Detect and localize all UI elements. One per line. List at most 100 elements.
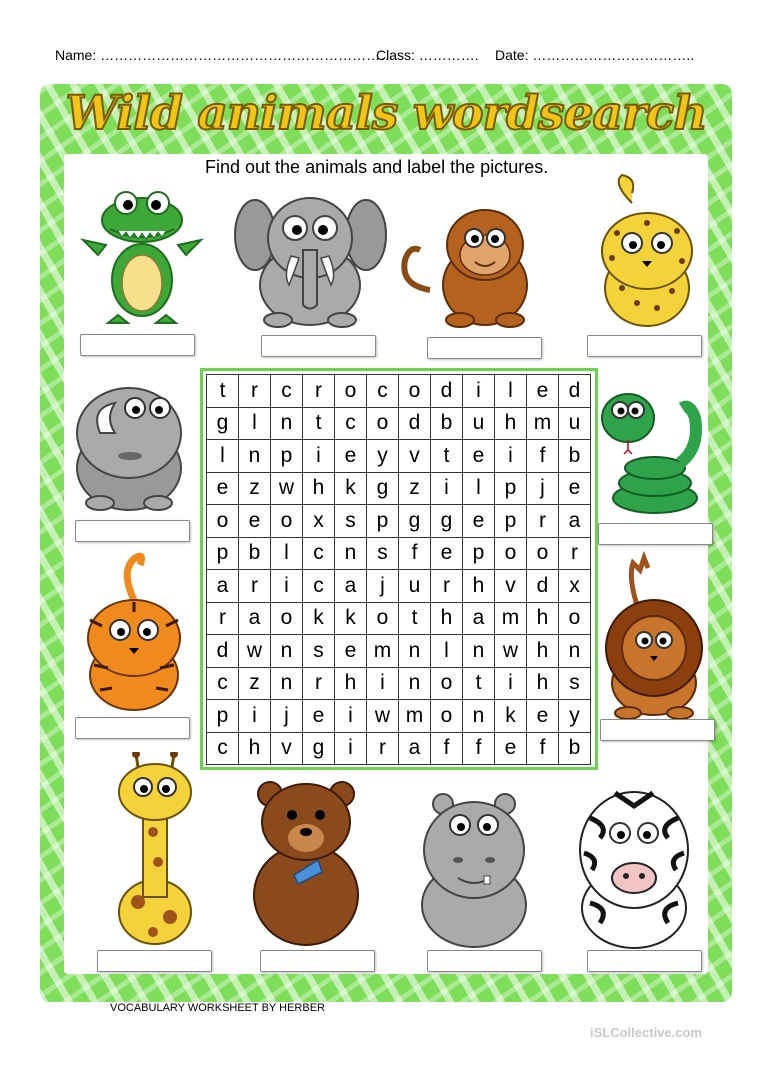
grid-cell[interactable]: h	[239, 732, 271, 765]
grid-cell[interactable]: x	[303, 505, 335, 538]
grid-cell[interactable]: z	[239, 472, 271, 505]
grid-cell[interactable]: i	[335, 732, 367, 765]
grid-cell[interactable]: e	[559, 472, 591, 505]
grid-cell[interactable]: p	[207, 537, 239, 570]
answer-box-10[interactable]	[260, 950, 375, 972]
grid-cell[interactable]: r	[303, 667, 335, 700]
grid-cell[interactable]: m	[367, 635, 399, 668]
grid-cell[interactable]: e	[527, 375, 559, 408]
grid-cell[interactable]: n	[463, 700, 495, 733]
answer-box-1[interactable]	[80, 334, 195, 356]
grid-cell[interactable]: y	[559, 700, 591, 733]
grid-cell[interactable]: d	[431, 375, 463, 408]
grid-cell[interactable]: o	[207, 505, 239, 538]
grid-cell[interactable]: e	[463, 440, 495, 473]
grid-cell[interactable]: f	[399, 537, 431, 570]
grid-cell[interactable]: l	[463, 472, 495, 505]
grid-cell[interactable]: o	[559, 602, 591, 635]
grid-cell[interactable]: k	[303, 602, 335, 635]
grid-cell[interactable]: n	[399, 635, 431, 668]
grid-cell[interactable]: o	[335, 375, 367, 408]
answer-box-11[interactable]	[427, 950, 542, 972]
answer-box-6[interactable]	[598, 523, 713, 545]
grid-cell[interactable]: c	[335, 407, 367, 440]
grid-cell[interactable]: i	[367, 667, 399, 700]
grid-cell[interactable]: k	[495, 700, 527, 733]
grid-cell[interactable]: d	[399, 407, 431, 440]
grid-cell[interactable]: i	[463, 375, 495, 408]
answer-box-3[interactable]	[427, 337, 542, 359]
grid-cell[interactable]: r	[527, 505, 559, 538]
grid-cell[interactable]: n	[399, 667, 431, 700]
grid-cell[interactable]: e	[431, 537, 463, 570]
grid-cell[interactable]: t	[399, 602, 431, 635]
grid-cell[interactable]: l	[239, 407, 271, 440]
grid-cell[interactable]: h	[527, 635, 559, 668]
grid-cell[interactable]: p	[367, 505, 399, 538]
grid-cell[interactable]: o	[527, 537, 559, 570]
grid-cell[interactable]: g	[303, 732, 335, 765]
grid-cell[interactable]: w	[367, 700, 399, 733]
grid-cell[interactable]: e	[527, 700, 559, 733]
grid-cell[interactable]: e	[207, 472, 239, 505]
grid-cell[interactable]: d	[559, 375, 591, 408]
grid-cell[interactable]: h	[463, 570, 495, 603]
grid-cell[interactable]: u	[463, 407, 495, 440]
grid-cell[interactable]: e	[303, 700, 335, 733]
grid-cell[interactable]: x	[559, 570, 591, 603]
grid-cell[interactable]: a	[559, 505, 591, 538]
grid-cell[interactable]: a	[239, 602, 271, 635]
grid-cell[interactable]: t	[303, 407, 335, 440]
grid-cell[interactable]: p	[495, 472, 527, 505]
grid-cell[interactable]: c	[303, 570, 335, 603]
grid-cell[interactable]: m	[527, 407, 559, 440]
grid-cell[interactable]: c	[303, 537, 335, 570]
grid-cell[interactable]: m	[495, 602, 527, 635]
grid-cell[interactable]: w	[271, 472, 303, 505]
grid-cell[interactable]: w	[239, 635, 271, 668]
grid-cell[interactable]: o	[431, 667, 463, 700]
grid-cell[interactable]: n	[271, 635, 303, 668]
grid-cell[interactable]: r	[207, 602, 239, 635]
grid-cell[interactable]: i	[271, 570, 303, 603]
grid-cell[interactable]: b	[559, 440, 591, 473]
grid-cell[interactable]: i	[495, 667, 527, 700]
answer-box-8[interactable]	[600, 719, 715, 741]
grid-cell[interactable]: c	[207, 667, 239, 700]
grid-cell[interactable]: b	[239, 537, 271, 570]
grid-cell[interactable]: p	[495, 505, 527, 538]
grid-cell[interactable]: u	[399, 570, 431, 603]
grid-cell[interactable]: z	[239, 667, 271, 700]
grid-cell[interactable]: r	[367, 732, 399, 765]
grid-cell[interactable]: i	[335, 700, 367, 733]
grid-cell[interactable]: r	[239, 570, 271, 603]
grid-cell[interactable]: r	[559, 537, 591, 570]
grid-cell[interactable]: g	[367, 472, 399, 505]
grid-cell[interactable]: n	[463, 635, 495, 668]
grid-cell[interactable]: i	[431, 472, 463, 505]
answer-box-7[interactable]	[75, 717, 190, 739]
grid-cell[interactable]: n	[239, 440, 271, 473]
grid-cell[interactable]: o	[367, 407, 399, 440]
grid-cell[interactable]: z	[399, 472, 431, 505]
answer-box-12[interactable]	[587, 950, 702, 972]
grid-cell[interactable]: v	[271, 732, 303, 765]
grid-cell[interactable]: p	[207, 700, 239, 733]
grid-cell[interactable]: l	[271, 537, 303, 570]
grid-cell[interactable]: o	[495, 537, 527, 570]
grid-cell[interactable]: l	[431, 635, 463, 668]
grid-cell[interactable]: k	[335, 602, 367, 635]
grid-cell[interactable]: y	[367, 440, 399, 473]
grid-cell[interactable]: m	[399, 700, 431, 733]
grid-cell[interactable]: u	[559, 407, 591, 440]
grid-cell[interactable]: r	[239, 375, 271, 408]
grid-cell[interactable]: h	[527, 667, 559, 700]
grid-cell[interactable]: a	[335, 570, 367, 603]
grid-cell[interactable]: a	[399, 732, 431, 765]
grid-cell[interactable]: n	[335, 537, 367, 570]
grid-cell[interactable]: o	[399, 375, 431, 408]
grid-cell[interactable]: l	[207, 440, 239, 473]
grid-cell[interactable]: v	[495, 570, 527, 603]
grid-cell[interactable]: k	[335, 472, 367, 505]
grid-cell[interactable]: h	[303, 472, 335, 505]
